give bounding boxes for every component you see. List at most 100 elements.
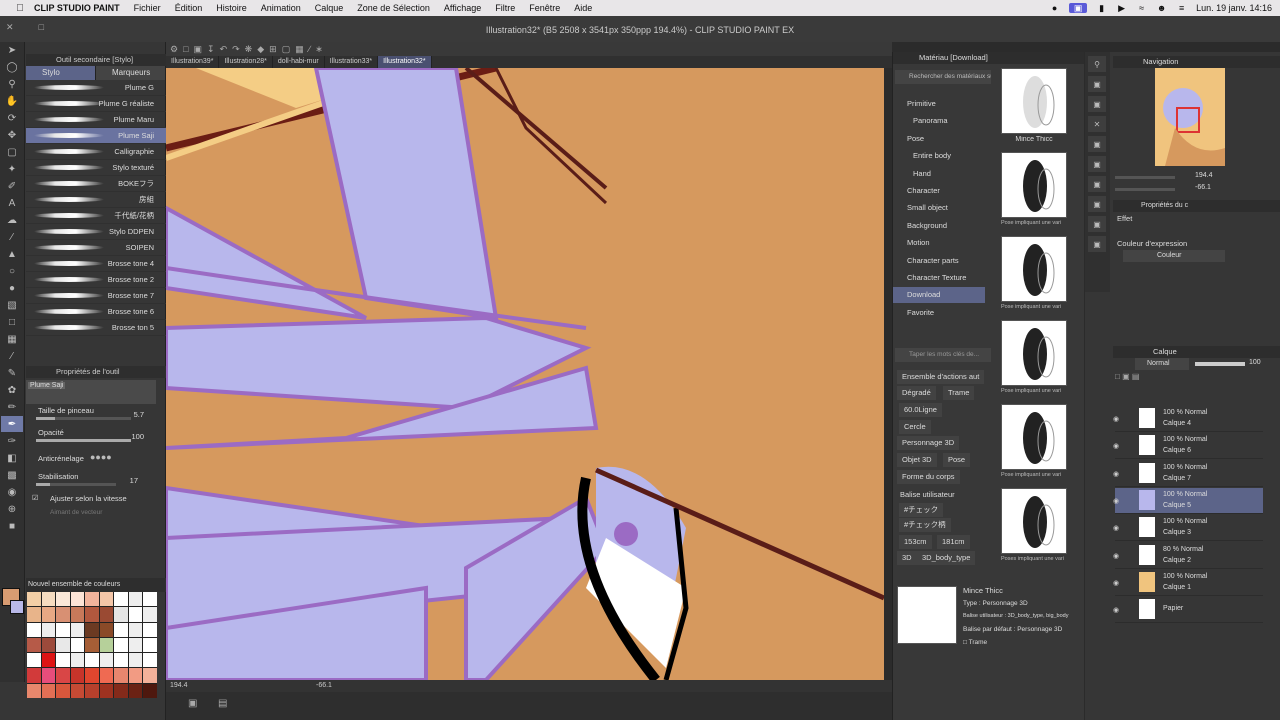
palette-swatch[interactable] bbox=[128, 592, 143, 607]
layer-opacity-slider[interactable] bbox=[1195, 362, 1245, 366]
canvas[interactable] bbox=[166, 68, 884, 680]
palette-swatch[interactable] bbox=[128, 607, 143, 622]
palette-swatch[interactable] bbox=[85, 637, 99, 653]
palette-swatch[interactable] bbox=[56, 622, 70, 637]
blend-icon[interactable]: ○ bbox=[1, 263, 23, 279]
palette-swatch[interactable] bbox=[56, 592, 70, 607]
creative-cloud-icon[interactable]: ● bbox=[1049, 3, 1060, 13]
palette-swatch[interactable] bbox=[41, 653, 56, 668]
material-category[interactable]: Motion bbox=[893, 235, 985, 251]
zoom-icon[interactable]: ⚲ bbox=[1, 76, 23, 92]
rotate-icon[interactable]: ⟳ bbox=[1, 110, 23, 126]
palette-swatch[interactable] bbox=[70, 683, 85, 698]
menu-edition[interactable]: Édition bbox=[175, 3, 203, 13]
brush-item[interactable]: Calligraphie bbox=[26, 144, 166, 160]
menu-fichier[interactable]: Fichier bbox=[134, 3, 161, 13]
material-category[interactable]: Download bbox=[893, 287, 985, 304]
document-tab[interactable]: doll-habi-mur bbox=[273, 56, 325, 68]
palette-swatch[interactable] bbox=[99, 622, 114, 637]
material-tag[interactable]: Balise utilisateur bbox=[895, 488, 960, 502]
apple-icon[interactable]:  bbox=[12, 3, 28, 14]
layer-row[interactable]: ◉ 100 % Normal Calque 3 bbox=[1113, 515, 1263, 542]
palette-swatch[interactable] bbox=[114, 653, 128, 668]
pencil-icon[interactable]: ✏ bbox=[1, 399, 23, 415]
brush-item[interactable]: 千代紙/花柄 bbox=[26, 208, 166, 224]
palette-swatch[interactable] bbox=[143, 683, 157, 698]
select-icon[interactable]: ▢ bbox=[1, 144, 23, 160]
ruler-icon[interactable]: ∕ bbox=[1, 229, 23, 245]
palette-swatch[interactable] bbox=[85, 592, 99, 607]
palette-swatch[interactable] bbox=[27, 653, 41, 668]
palette-swatch[interactable] bbox=[143, 637, 157, 653]
palette-swatch[interactable] bbox=[99, 668, 114, 683]
clock[interactable]: Lun. 19 janv. 14:16 bbox=[1196, 3, 1272, 13]
layer-icon-5[interactable]: ▣ bbox=[1088, 176, 1106, 192]
nav-zoom[interactable]: 194.4 bbox=[1195, 172, 1213, 179]
brush-size-slider[interactable] bbox=[36, 417, 131, 420]
palette-swatch[interactable] bbox=[27, 607, 41, 622]
brush-item[interactable]: BOKEフラ bbox=[26, 176, 166, 192]
palette-swatch[interactable] bbox=[99, 637, 114, 653]
palette-swatch[interactable] bbox=[114, 668, 128, 683]
brush-item[interactable]: Stylo texturé bbox=[26, 160, 166, 176]
screen-record-icon[interactable]: ▣ bbox=[1069, 3, 1088, 13]
fill-icon-tb[interactable]: ◆ bbox=[257, 44, 264, 55]
material-tag[interactable]: #チェック柄 bbox=[899, 518, 951, 532]
brush-item[interactable]: Plume Saji bbox=[26, 128, 166, 144]
brush-item[interactable]: Brosse tone 6 bbox=[26, 304, 166, 320]
palette-swatch[interactable] bbox=[41, 668, 56, 683]
palette-swatch[interactable] bbox=[41, 622, 56, 637]
brush-icon[interactable]: ✑ bbox=[1, 433, 23, 449]
document-tab[interactable]: Illustration39* bbox=[166, 56, 220, 68]
layer-icon-8[interactable]: ▣ bbox=[1088, 236, 1106, 252]
brush-item[interactable]: Plume G bbox=[26, 80, 166, 96]
palette-swatch[interactable] bbox=[143, 653, 157, 668]
figure-icon[interactable]: □ bbox=[1, 314, 23, 330]
clip-icon[interactable]: ▣ bbox=[1122, 372, 1130, 381]
palette-swatch[interactable] bbox=[27, 622, 41, 637]
material-category[interactable]: Favorite bbox=[893, 305, 985, 321]
eyedropper-icon[interactable]: ✐ bbox=[1, 178, 23, 194]
navigator-preview[interactable] bbox=[1155, 68, 1225, 166]
crop-icon[interactable]: ▢ bbox=[282, 44, 291, 55]
eye-icon[interactable]: ◉ bbox=[1113, 552, 1119, 560]
transform-icon[interactable]: ⊞ bbox=[269, 44, 277, 55]
palette-swatch[interactable] bbox=[143, 607, 157, 622]
palette-swatch[interactable] bbox=[56, 637, 70, 653]
palette-swatch[interactable] bbox=[56, 683, 70, 698]
line-icon[interactable]: ⁄ bbox=[1, 348, 23, 364]
layer-row[interactable]: ◉ 100 % Normal Calque 5 bbox=[1113, 487, 1263, 514]
arrow-icon[interactable]: ➤ bbox=[1, 42, 23, 58]
save-icon[interactable]: ↧ bbox=[207, 44, 215, 55]
palette-swatch[interactable] bbox=[85, 683, 99, 698]
aa-row[interactable]: Anticrénelage ●●●● bbox=[26, 448, 166, 470]
fill-icon[interactable]: ▩ bbox=[1, 467, 23, 483]
eye-icon[interactable]: ◉ bbox=[1113, 606, 1119, 614]
material-tag[interactable]: 3D bbox=[897, 551, 917, 565]
menu-aide[interactable]: Aide bbox=[574, 3, 592, 13]
wand-icon[interactable]: ✦ bbox=[1, 161, 23, 177]
palette-swatch[interactable] bbox=[85, 607, 99, 622]
settings-icon[interactable]: ⚙ bbox=[170, 44, 178, 55]
palette-swatch[interactable] bbox=[27, 668, 41, 683]
menu-calque[interactable]: Calque bbox=[315, 3, 344, 13]
layer-icon-1[interactable]: ▣ bbox=[1088, 76, 1106, 92]
blur-icon[interactable]: ◉ bbox=[1, 484, 23, 500]
new-icon[interactable]: □ bbox=[183, 44, 188, 54]
palette-swatch[interactable] bbox=[85, 668, 99, 683]
palette-swatch[interactable] bbox=[85, 653, 99, 668]
material-thumbnail[interactable] bbox=[1001, 320, 1067, 386]
material-tag[interactable]: 3D_body_type bbox=[917, 551, 976, 565]
material-tag[interactable]: #チェック bbox=[899, 503, 944, 517]
opacity-slider[interactable] bbox=[36, 439, 131, 442]
material-thumbnail[interactable] bbox=[1001, 488, 1067, 554]
layer-icon-6[interactable]: ▣ bbox=[1088, 196, 1106, 212]
sub-color[interactable] bbox=[10, 600, 24, 614]
nav-angle[interactable]: -66.1 bbox=[1195, 184, 1211, 191]
material-category[interactable]: Hand bbox=[893, 166, 985, 182]
layer-opacity-value[interactable]: 100 bbox=[1249, 359, 1261, 366]
palette-swatch[interactable] bbox=[41, 607, 56, 622]
layer-row[interactable]: ◉ 100 % Normal Calque 6 bbox=[1113, 433, 1263, 460]
palette-swatch[interactable] bbox=[114, 592, 128, 607]
aa-options[interactable]: ●●●● bbox=[90, 452, 112, 462]
